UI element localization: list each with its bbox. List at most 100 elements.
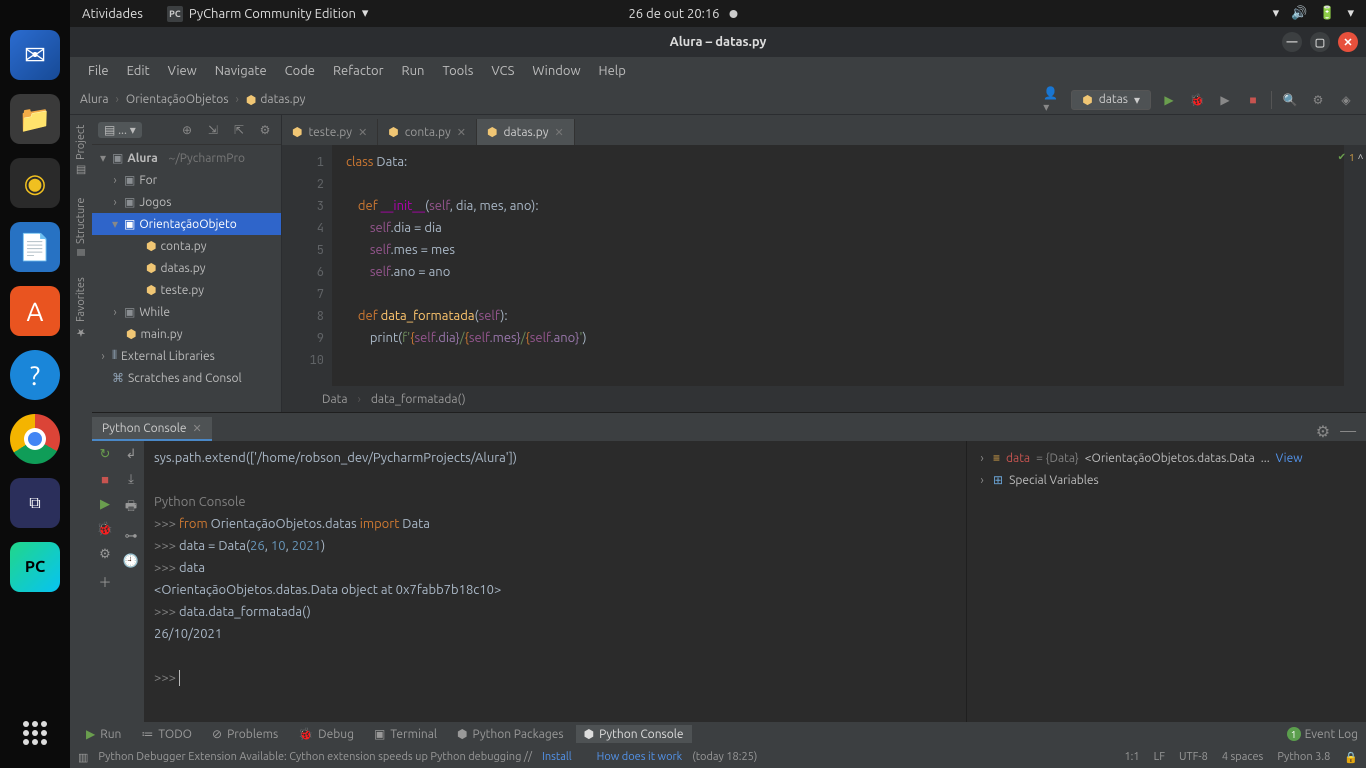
tool-window-toggle-icon[interactable]: ▥ — [78, 751, 88, 764]
btm-python-console[interactable]: ⬢Python Console — [576, 725, 692, 743]
tree-file-datas[interactable]: ⬢datas.py — [92, 257, 281, 279]
var-data[interactable]: ›≡ data = {Data} <OrientaçãoObjetos.data… — [977, 447, 1356, 469]
tree-external-libs[interactable]: ›⫴External Libraries — [92, 345, 281, 367]
clock[interactable]: 26 de out 20:16 — [628, 7, 719, 21]
code-area[interactable]: class Data: def __init__(self, dia, mes,… — [332, 145, 1344, 386]
stop-button[interactable]: ■ — [1243, 90, 1263, 110]
soft-wrap-icon[interactable]: ↲ — [126, 447, 137, 462]
menu-run[interactable]: Run — [394, 61, 433, 81]
add-icon[interactable]: ＋ — [98, 572, 111, 591]
project-toolwindow[interactable]: ▤ Project — [75, 125, 88, 177]
debug-button[interactable]: 🐞 — [1187, 90, 1207, 110]
tree-root[interactable]: ▾▣Alura ~/PycharmPro — [92, 147, 281, 169]
add-user-icon[interactable]: 👤▾ — [1043, 90, 1063, 110]
menu-code[interactable]: Code — [277, 61, 323, 81]
vars-icon[interactable]: ⊶ — [125, 529, 138, 544]
dock-software-icon[interactable]: A — [10, 286, 60, 336]
close-icon[interactable]: ✕ — [358, 126, 367, 139]
menu-refactor[interactable]: Refactor — [325, 61, 392, 81]
run-icon[interactable]: ▶ — [100, 497, 110, 512]
menu-file[interactable]: File — [80, 61, 117, 81]
dock-libreoffice-icon[interactable]: 📄 — [10, 222, 60, 272]
gear-icon[interactable]: ⚙ — [255, 120, 275, 140]
indent[interactable]: 4 spaces — [1222, 751, 1264, 763]
expand-icon[interactable]: ⇲ — [203, 120, 223, 140]
tab-datas[interactable]: ⬢datas.py✕ — [477, 119, 575, 145]
menu-edit[interactable]: Edit — [119, 61, 158, 81]
dock-screenshot-icon[interactable]: ⧉ — [10, 478, 60, 528]
line-sep[interactable]: LF — [1154, 751, 1165, 763]
wifi-icon[interactable]: ▾ — [1273, 6, 1280, 21]
tree-folder-jogos[interactable]: ›▣Jogos — [92, 191, 281, 213]
chevron-up-icon[interactable]: ˄ — [1358, 151, 1364, 163]
menu-window[interactable]: Window — [524, 61, 588, 81]
scroll-end-icon[interactable]: ⤓ — [128, 472, 134, 487]
dock-thunderbird-icon[interactable]: ✉ — [10, 30, 60, 80]
app-indicator[interactable]: PC PyCharm Community Edition ▾ — [167, 6, 369, 22]
dock-chrome-icon[interactable] — [10, 414, 60, 464]
print-icon[interactable]: 🖶 — [125, 497, 137, 519]
gear-icon[interactable]: ⚙ — [1316, 422, 1330, 441]
search-icon[interactable]: 🔍 — [1280, 90, 1300, 110]
tree-file-teste[interactable]: ⬢teste.py — [92, 279, 281, 301]
encoding[interactable]: UTF-8 — [1179, 751, 1208, 763]
favorites-toolwindow[interactable]: ★ Favorites — [75, 277, 88, 339]
tree-file-conta[interactable]: ⬢conta.py — [92, 235, 281, 257]
battery-icon[interactable]: 🔋 — [1319, 6, 1335, 21]
tree-file-main[interactable]: ⬢main.py — [92, 323, 281, 345]
run-config-selector[interactable]: ⬢ datas ▾ — [1071, 90, 1151, 110]
minimize-button[interactable]: — — [1282, 32, 1302, 52]
close-icon[interactable]: ✕ — [193, 422, 202, 435]
tree-folder-for[interactable]: ›▣For — [92, 169, 281, 191]
breadcrumb[interactable]: Alura› OrientaçãoObjetos› ⬢ datas.py — [80, 93, 305, 107]
tree-folder-oo[interactable]: ▾▣OrientaçãoObjeto — [92, 213, 281, 235]
event-log[interactable]: 1Event Log — [1287, 727, 1358, 741]
btm-debug[interactable]: 🐞Debug — [290, 725, 362, 743]
tab-conta[interactable]: ⬢conta.py✕ — [378, 119, 477, 145]
rerun-icon[interactable]: ↻ — [100, 447, 111, 462]
run-button[interactable]: ▶ — [1159, 90, 1179, 110]
debug-icon[interactable]: 🐞 — [97, 522, 113, 537]
dock-help-icon[interactable]: ? — [10, 350, 60, 400]
hide-icon[interactable]: — — [1340, 422, 1356, 441]
tree-folder-while[interactable]: ›▣While — [92, 301, 281, 323]
how-link[interactable]: How does it work — [597, 751, 683, 763]
install-link[interactable]: Install — [542, 751, 572, 763]
tab-teste[interactable]: ⬢teste.py✕ — [282, 119, 378, 145]
btm-run[interactable]: ▶Run — [78, 725, 129, 743]
btm-todo[interactable]: ≔TODO — [133, 725, 200, 743]
caret-position[interactable]: 1:1 — [1124, 751, 1139, 763]
coverage-button[interactable]: ▶ — [1215, 90, 1235, 110]
power-menu-icon[interactable]: ▾ — [1347, 6, 1354, 21]
stop-icon[interactable]: ■ — [101, 472, 109, 487]
dock-pycharm-icon[interactable]: PC — [10, 542, 60, 592]
settings-icon[interactable]: ⚙ — [99, 547, 111, 562]
close-button[interactable]: ✕ — [1338, 32, 1358, 52]
history-icon[interactable]: 🕘 — [123, 554, 139, 569]
maximize-button[interactable]: ▢ — [1310, 32, 1330, 52]
dock-rhythmbox-icon[interactable]: ◉ — [10, 158, 60, 208]
dock-apps-icon[interactable] — [10, 708, 60, 758]
btm-terminal[interactable]: ▣Terminal — [366, 725, 445, 743]
menu-vcs[interactable]: VCS — [483, 61, 522, 81]
menu-navigate[interactable]: Navigate — [207, 61, 275, 81]
var-special[interactable]: ›⊞ Special Variables — [977, 469, 1356, 491]
editor-gutter[interactable]: 12345678910 — [282, 145, 332, 386]
settings-icon[interactable]: ⚙ — [1308, 90, 1328, 110]
console-output[interactable]: sys.path.extend(['/home/robson_dev/Pycha… — [144, 441, 966, 722]
btm-problems[interactable]: ⊘Problems — [204, 725, 286, 743]
editor-breadcrumb[interactable]: Data›data_formatada() — [282, 386, 1366, 412]
close-icon[interactable]: ✕ — [457, 126, 466, 139]
volume-icon[interactable]: 🔊 — [1291, 6, 1307, 21]
btm-pkg[interactable]: ⬢Python Packages — [449, 725, 572, 743]
activities-button[interactable]: Atividades — [82, 7, 143, 21]
collapse-icon[interactable]: ⇱ — [229, 120, 249, 140]
locate-icon[interactable]: ⊕ — [177, 120, 197, 140]
variables-pane[interactable]: ›≡ data = {Data} <OrientaçãoObjetos.data… — [966, 441, 1366, 722]
dock-files-icon[interactable]: 📁 — [10, 94, 60, 144]
code-with-me-icon[interactable]: ◈ — [1336, 90, 1356, 110]
console-tab[interactable]: Python Console✕ — [92, 417, 212, 441]
menu-help[interactable]: Help — [591, 61, 634, 81]
tree-scratches[interactable]: ⌘Scratches and Consol — [92, 367, 281, 389]
lock-icon[interactable]: 🔒 — [1344, 751, 1358, 764]
